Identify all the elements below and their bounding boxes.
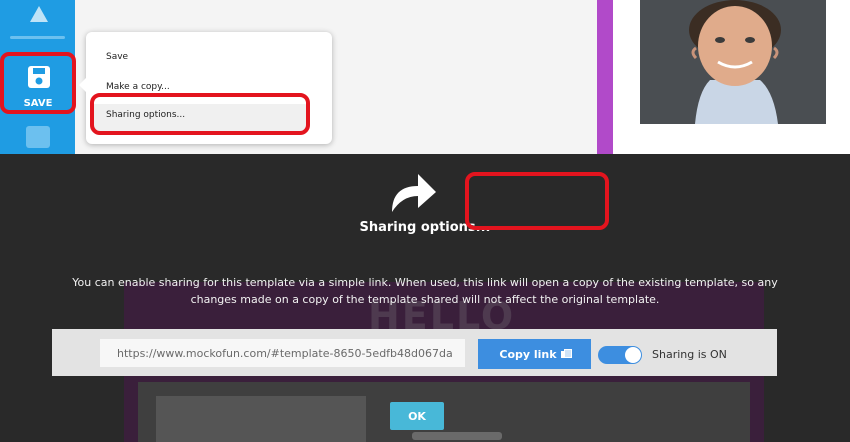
menu-item-save[interactable]: Save: [106, 52, 128, 62]
save-button-label: SAVE: [23, 98, 53, 109]
copy-link-label: Copy link: [499, 347, 557, 361]
share-arrow-icon: [392, 174, 436, 212]
background-template-name: [412, 432, 502, 440]
copy-link-button[interactable]: Copy link: [478, 339, 591, 369]
menu-item-make-copy[interactable]: Make a copy...: [106, 82, 170, 92]
portrait-image: [640, 0, 826, 124]
ok-button[interactable]: OK: [390, 402, 444, 430]
sharing-options-highlight: [90, 93, 310, 135]
share-link-input[interactable]: [100, 339, 465, 367]
floppy-disk-icon: [28, 66, 50, 88]
sidebar-tool-label: [10, 36, 65, 39]
modal-title: Sharing options...: [359, 220, 491, 235]
triangle-icon: [30, 6, 48, 22]
background-template-photo: [156, 396, 366, 442]
sharing-toggle-knob: [625, 347, 641, 363]
save-button[interactable]: SAVE: [0, 52, 76, 114]
sidebar-tool-button-bottom[interactable]: [26, 126, 50, 148]
share-link-bar: Copy link Sharing is ON: [52, 329, 777, 376]
share-modal-overlay: HELLO Sharing options... You can enable …: [0, 154, 850, 442]
sharing-status-label: Sharing is ON: [652, 348, 727, 361]
sidebar-tool-button[interactable]: [0, 0, 75, 48]
modal-description: You can enable sharing for this template…: [72, 276, 778, 306]
sharing-toggle[interactable]: [598, 346, 642, 364]
copy-icon: [560, 349, 572, 359]
template-accent-bar: [597, 0, 613, 154]
copy-link-highlight: [465, 172, 609, 230]
